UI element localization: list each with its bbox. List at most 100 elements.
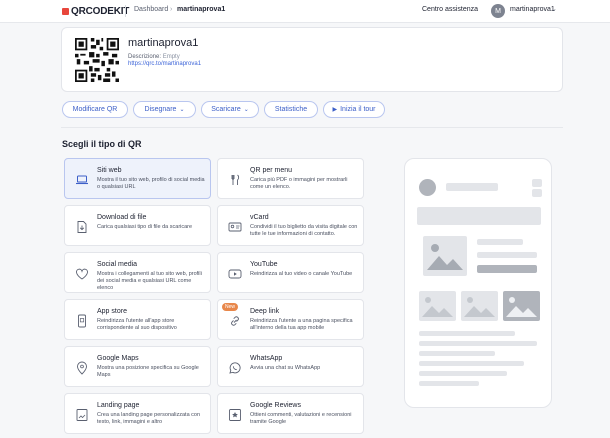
type-description: Avvia una chat su WhatsApp — [250, 365, 321, 371]
preview-banner-placeholder — [417, 207, 541, 225]
preview-thumb-placeholder — [461, 291, 498, 321]
preview-thumb-placeholder — [419, 291, 456, 321]
type-tile-google-maps[interactable]: Google Maps Mostra una posizione specifi… — [64, 346, 211, 387]
download-button[interactable]: Scaricare ⌄ — [201, 101, 259, 118]
help-center-link[interactable]: Centro assistenza — [422, 6, 478, 13]
chevron-down-icon[interactable]: ⌄ — [551, 5, 557, 13]
type-description: Reindirizza al tuo video o canale YouTub… — [250, 271, 353, 277]
laptop-icon — [76, 175, 88, 185]
link-icon — [231, 316, 239, 326]
design-button[interactable]: Disegnare ⌄ — [133, 101, 196, 118]
type-description: Crea una landing page personalizzata con… — [97, 412, 201, 425]
breadcrumb-current: martinaprova1 — [177, 6, 226, 13]
cutlery-icon — [231, 174, 240, 185]
type-tile-google-reviews[interactable]: Google Reviews Ottieni commenti, valutaz… — [217, 393, 364, 434]
qrcodekit-logo[interactable]: QRCODEKIT — [62, 6, 129, 17]
type-tile-file-download[interactable]: Download di file Carica qualsiasi tipo d… — [64, 205, 211, 246]
map-pin-icon — [77, 361, 87, 375]
type-description: Carica qualsiasi tipo di file da scarica… — [97, 224, 193, 230]
image-icon — [427, 244, 463, 270]
statistics-label: Statistiche — [274, 106, 308, 113]
chevron-down-icon: ⌄ — [179, 107, 185, 113]
statistics-button[interactable]: Statistiche — [264, 101, 318, 118]
preview-thumb-placeholder — [503, 291, 540, 321]
type-tile-menu[interactable]: QR per menu Carica più PDF o immagini pe… — [217, 158, 364, 199]
breadcrumb-chevron-icon: › — [170, 6, 173, 13]
phone-preview — [404, 158, 552, 408]
image-icon — [422, 297, 453, 317]
type-tile-social-media[interactable]: Social media Mostra i collegamenti al tu… — [64, 252, 211, 293]
type-description: Mostra il tuo sito web, profilo di socia… — [97, 177, 205, 190]
type-title: Landing page — [97, 402, 140, 409]
preview-image-placeholder — [423, 236, 467, 276]
preview-line-placeholder — [419, 371, 507, 376]
chevron-down-icon: ⌄ — [243, 107, 249, 113]
type-description: Ottieni commenti, valutazioni e recensio… — [250, 412, 352, 425]
preview-line-placeholder — [477, 239, 523, 245]
type-title: Social media — [97, 261, 138, 268]
logo-text: QRCODEKIT — [71, 6, 130, 17]
qr-summary-card: martinaprova1 Descrizione: Empty https:/… — [61, 27, 563, 92]
topbar-divider — [125, 5, 126, 17]
qr-action-bar: Modificare QR Disegnare ⌄ Scaricare ⌄ Stat… — [62, 101, 385, 118]
preview-line-placeholder — [532, 179, 542, 187]
preview-line-placeholder — [419, 331, 515, 336]
type-tile-websites[interactable]: Siti web Mostra il tuo sito web, profilo… — [64, 158, 211, 199]
heart-icon — [76, 268, 88, 280]
avatar[interactable]: M — [491, 4, 505, 18]
type-tile-youtube[interactable]: YouTube Reindirizza al tuo video o canal… — [217, 252, 364, 293]
breadcrumb-dashboard[interactable]: Dashboard — [134, 6, 168, 13]
type-description: Reindirizza l'utente a una pagina specif… — [250, 318, 353, 331]
preview-button-placeholder — [477, 265, 537, 273]
preview-line-placeholder — [419, 361, 524, 366]
type-tile-vcard[interactable]: vCard Condividi il tuo biglietto da visi… — [217, 205, 364, 246]
type-description: Condividi il tuo biglietto da visita dig… — [250, 224, 358, 237]
qr-name: martinaprova1 — [128, 37, 199, 49]
type-title: Siti web — [97, 167, 122, 174]
logo-mark-icon — [62, 8, 69, 15]
type-title: YouTube — [250, 261, 278, 268]
type-description: Mostra i collegamenti al tuo sito web, p… — [97, 271, 202, 291]
type-title: Download di file — [97, 214, 147, 221]
type-title: WhatsApp — [250, 355, 283, 362]
preview-line-placeholder — [419, 341, 537, 346]
preview-line-placeholder — [477, 252, 537, 258]
whatsapp-icon — [229, 362, 241, 374]
type-tile-landing-page[interactable]: Landing page Crea una landing page perso… — [64, 393, 211, 434]
qr-description: Descrizione: Empty — [128, 54, 180, 60]
preview-line-placeholder — [532, 189, 542, 197]
new-badge: New — [222, 303, 239, 311]
type-tile-deep-link[interactable]: New Deep link Reindirizza l'utente a una… — [217, 299, 364, 340]
edit-qr-label: Modificare QR — [72, 106, 118, 113]
type-tile-app-store[interactable]: App store Reindirizza l'utente all'app s… — [64, 299, 211, 340]
type-title: Google Maps — [97, 355, 139, 362]
qr-description-label: Descrizione: — [128, 54, 162, 60]
type-description: Reindirizza l'utente all'app store corri… — [97, 318, 177, 331]
qr-short-link[interactable]: https://qrc.to/martinaprova1 — [128, 61, 201, 67]
review-star-icon — [229, 409, 241, 421]
type-title: vCard — [250, 214, 269, 221]
contact-card-icon — [228, 222, 242, 232]
phone-app-icon — [78, 314, 86, 328]
download-label: Scaricare — [211, 106, 241, 113]
username-menu[interactable]: martinaprova1 — [510, 6, 555, 13]
type-title: Google Reviews — [250, 402, 301, 409]
type-tile-whatsapp[interactable]: WhatsApp Avvia una chat su WhatsApp — [217, 346, 364, 387]
qr-code-image[interactable] — [75, 38, 119, 82]
type-title: Deep link — [250, 308, 280, 315]
edit-qr-button[interactable]: Modificare QR — [62, 101, 128, 118]
preview-avatar-placeholder — [419, 179, 436, 196]
preview-line-placeholder — [446, 183, 498, 191]
type-description: Mostra una posizione specifica su Google… — [97, 365, 199, 378]
top-navigation-bar: QRCODEKIT Dashboard › martinaprova1 Cent… — [0, 0, 610, 23]
preview-line-placeholder — [419, 351, 495, 356]
type-title: App store — [97, 308, 127, 315]
file-download-icon — [77, 221, 87, 233]
play-icon: ▶ — [332, 107, 338, 113]
design-label: Disegnare — [144, 106, 177, 113]
image-icon — [506, 297, 537, 317]
start-tour-button[interactable]: ▶ Inizia il tour — [323, 101, 385, 118]
type-title: QR per menu — [250, 167, 293, 174]
start-tour-label: Inizia il tour — [340, 106, 376, 113]
section-title: Scegli il tipo di QR — [62, 139, 142, 149]
